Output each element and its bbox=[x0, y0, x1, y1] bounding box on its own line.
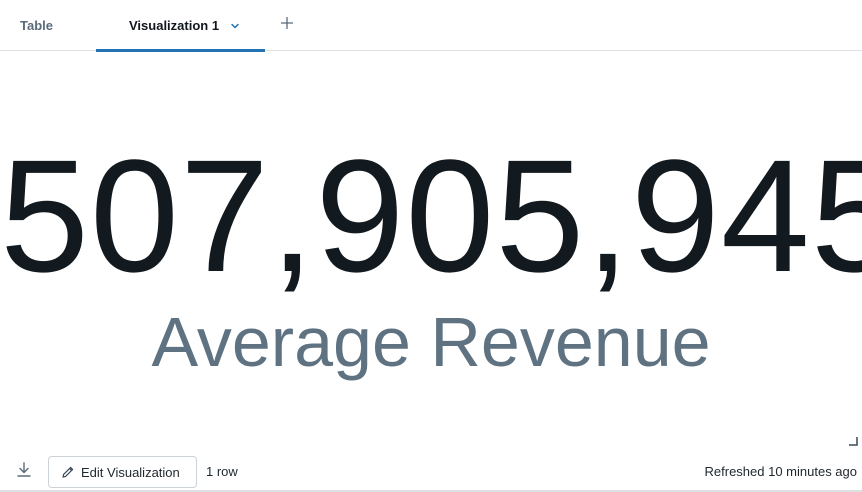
download-button[interactable] bbox=[14, 460, 34, 480]
edit-visualization-button[interactable]: Edit Visualization bbox=[48, 456, 197, 488]
resize-handle-icon[interactable] bbox=[847, 434, 859, 446]
tab-table-label: Table bbox=[20, 18, 53, 33]
active-tab-indicator bbox=[96, 49, 265, 52]
tab-bar: Table Visualization 1 bbox=[0, 0, 862, 52]
plus-icon bbox=[280, 14, 294, 35]
row-count: 1 row bbox=[206, 464, 238, 479]
refreshed-timestamp: Refreshed 10 minutes ago bbox=[704, 464, 857, 479]
tab-table[interactable]: Table bbox=[20, 0, 53, 51]
tab-visualization-label: Visualization 1 bbox=[129, 18, 220, 33]
chevron-down-icon[interactable] bbox=[229, 20, 241, 32]
pencil-icon bbox=[61, 465, 75, 479]
counter-label: Average Revenue bbox=[151, 303, 711, 381]
download-icon bbox=[14, 462, 34, 484]
edit-visualization-label: Edit Visualization bbox=[81, 464, 180, 480]
tab-visualization-1[interactable]: Visualization 1 bbox=[96, 0, 265, 52]
visualization-footer: Edit Visualization 1 row Refreshed 10 mi… bbox=[0, 454, 862, 490]
visualization-panel: Table Visualization 1 507,905,945 Averag… bbox=[0, 0, 862, 492]
counter-value: 507,905,945 bbox=[0, 126, 862, 305]
add-tab-button[interactable] bbox=[277, 14, 297, 34]
